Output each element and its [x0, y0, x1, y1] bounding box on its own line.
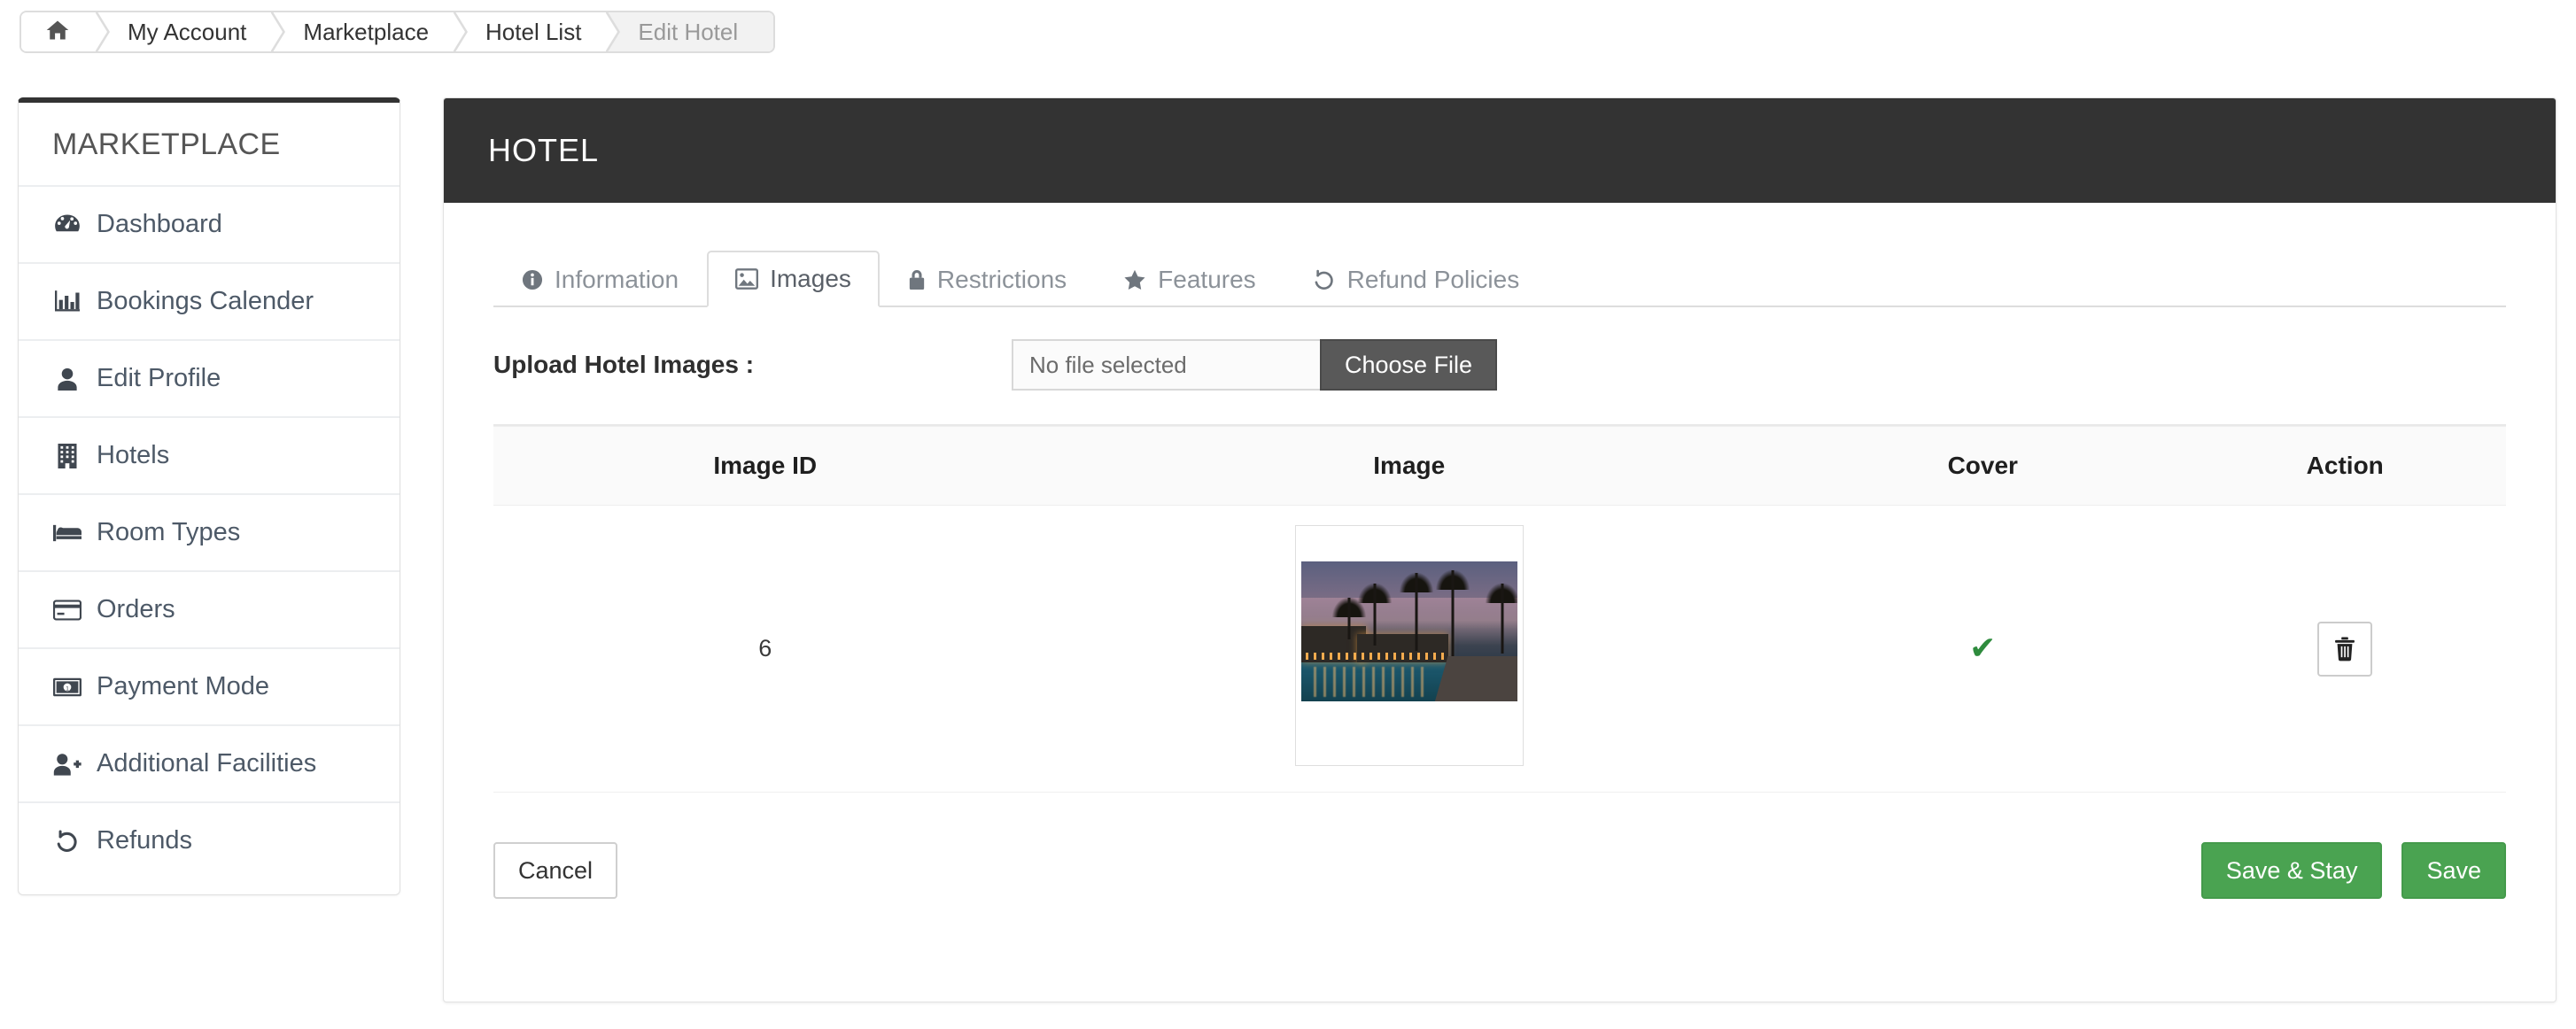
cell-action: [2184, 505, 2506, 793]
sidebar-item-bookings-calender[interactable]: Bookings Calender: [19, 262, 400, 339]
footer-actions: Save & Stay Save: [2182, 842, 2506, 899]
breadcrumb-item-my-account[interactable]: My Account: [96, 12, 286, 51]
undo-icon: [52, 830, 82, 853]
hotel-image-thumbnail: [1300, 561, 1517, 701]
breadcrumb-label: Edit Hotel: [638, 18, 739, 45]
breadcrumb-item-marketplace[interactable]: Marketplace: [271, 12, 469, 51]
breadcrumb-label: Marketplace: [303, 18, 430, 45]
cancel-button[interactable]: Cancel: [493, 842, 618, 899]
sidebar-item-hotels[interactable]: Hotels: [19, 416, 400, 493]
sidebar-list: Dashboard Bookings Calender Edit Profile…: [19, 185, 400, 878]
breadcrumb-home[interactable]: [21, 12, 110, 51]
save-and-stay-button[interactable]: Save & Stay: [2200, 842, 2383, 899]
panel-body: Information Images Restrictions Features…: [444, 238, 2556, 938]
app-page: My Account Marketplace Hotel List Edit H…: [0, 0, 2576, 1029]
column-header-image-id: Image ID: [493, 426, 1037, 506]
bed-icon: [52, 523, 82, 543]
tab-features[interactable]: Features: [1095, 252, 1284, 307]
delete-image-button[interactable]: [2317, 621, 2373, 677]
save-button[interactable]: Save: [2401, 842, 2506, 899]
column-header-action: Action: [2184, 426, 2506, 506]
credit-card-icon: [52, 600, 82, 621]
tab-images[interactable]: Images: [707, 251, 880, 307]
home-icon: [44, 18, 71, 47]
sidebar-item-label: Hotels: [97, 441, 170, 469]
cell-cover: ✔: [1781, 505, 2184, 793]
breadcrumb: My Account Marketplace Hotel List Edit H…: [19, 11, 776, 53]
upload-images-label: Upload Hotel Images :: [493, 351, 755, 378]
tab-label: Images: [770, 265, 851, 292]
sidebar-item-edit-profile[interactable]: Edit Profile: [19, 339, 400, 416]
sidebar-item-label: Refunds: [97, 826, 193, 855]
sidebar-item-additional-facilities[interactable]: Additional Facilities: [19, 724, 400, 801]
sidebar-item-label: Room Types: [97, 518, 241, 546]
sidebar-item-refunds[interactable]: Refunds: [19, 801, 400, 878]
tab-information[interactable]: Information: [493, 252, 707, 307]
tab-refund-policies[interactable]: Refund Policies: [1284, 252, 1548, 307]
panel-footer: Cancel Save & Stay Save: [493, 793, 2506, 938]
sidebar-item-label: Edit Profile: [97, 364, 221, 392]
page-title: HOTEL: [488, 132, 600, 168]
tab-bar: Information Images Restrictions Features…: [493, 238, 2506, 307]
file-name-display: No file selected: [1012, 339, 1320, 391]
table-head: Image ID Image Cover Action: [493, 426, 2506, 506]
image-icon: [735, 268, 759, 290]
table-body: 6 ✔: [493, 505, 2506, 793]
info-circle-icon: [522, 269, 543, 290]
hotel-images-table: Image ID Image Cover Action 6 ✔: [493, 426, 2506, 793]
column-header-cover: Cover: [1781, 426, 2184, 506]
sidebar-title: MARKETPLACE: [52, 128, 281, 161]
undo-icon: [1313, 269, 1336, 290]
breadcrumb-item-hotel-list[interactable]: Hotel List: [454, 12, 621, 51]
table-header-row: Image ID Image Cover Action: [493, 426, 2506, 506]
sidebar-item-label: Additional Facilities: [97, 749, 317, 778]
tab-label: Refund Policies: [1346, 266, 1520, 293]
panel-header: HOTEL: [444, 98, 2556, 203]
tab-label: Features: [1158, 266, 1256, 293]
breadcrumb-item-edit-hotel: Edit Hotel: [606, 12, 774, 51]
image-thumbnail-frame[interactable]: [1294, 525, 1524, 766]
hotel-panel: HOTEL Information Images Restrictions Fe…: [443, 97, 2557, 1002]
sidebar-item-label: Dashboard: [97, 210, 222, 238]
tab-restrictions[interactable]: Restrictions: [880, 252, 1095, 307]
cell-image: [1036, 505, 1782, 793]
user-plus-icon: [52, 753, 82, 776]
file-input-group: No file selected Choose File: [1012, 339, 1498, 391]
sidebar-item-dashboard[interactable]: Dashboard: [19, 185, 400, 262]
dashboard-icon: [52, 213, 82, 236]
breadcrumb-label: My Account: [128, 18, 247, 45]
sidebar-item-orders[interactable]: Orders: [19, 570, 400, 647]
money-bill-icon: 1: [52, 677, 82, 697]
breadcrumb-label: Hotel List: [485, 18, 582, 45]
sidebar-item-payment-mode[interactable]: 1 Payment Mode: [19, 647, 400, 724]
star-icon: [1123, 269, 1146, 290]
sidebar-item-label: Payment Mode: [97, 672, 270, 700]
table-row: 6 ✔: [493, 505, 2506, 793]
bar-chart-icon: [52, 290, 82, 313]
cover-check-icon: ✔: [1969, 630, 1997, 666]
building-icon: [52, 443, 82, 468]
choose-file-button[interactable]: Choose File: [1320, 339, 1498, 391]
column-header-image: Image: [1036, 426, 1782, 506]
cell-image-id: 6: [493, 505, 1037, 793]
tab-label: Restrictions: [936, 266, 1067, 293]
sidebar-item-room-types[interactable]: Room Types: [19, 493, 400, 570]
user-icon: [52, 368, 82, 391]
lock-icon: [908, 269, 926, 290]
svg-text:1: 1: [66, 685, 69, 692]
upload-images-row: Upload Hotel Images : No file selected C…: [493, 307, 2506, 426]
trash-icon: [2333, 637, 2356, 662]
sidebar-item-label: Orders: [97, 595, 175, 623]
sidebar-item-label: Bookings Calender: [97, 287, 314, 315]
tab-label: Information: [555, 266, 679, 293]
sidebar: MARKETPLACE Dashboard Bookings Calender …: [18, 97, 400, 895]
